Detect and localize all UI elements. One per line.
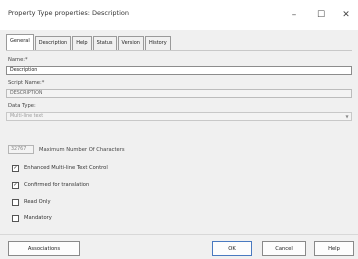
cancel-button[interactable]: Cancel <box>262 241 306 256</box>
close-icon[interactable]: ✕ <box>335 5 357 25</box>
readonly-checkbox[interactable] <box>12 199 19 206</box>
mandatory-label: Mandatory <box>24 215 52 221</box>
name-label: Name:* <box>8 57 28 63</box>
tab-history[interactable]: History <box>144 36 171 50</box>
name-field[interactable]: Description <box>6 66 352 75</box>
window-title: Property Type properties: Description <box>8 9 130 17</box>
enhanced-checkbox[interactable]: ✓ <box>12 165 19 172</box>
tab-version[interactable]: Version <box>117 36 144 50</box>
tab-help[interactable]: Help <box>72 36 92 50</box>
data-type-value: Multi-line text <box>10 114 44 119</box>
confirmed-checkbox[interactable]: ✓ <box>12 182 19 189</box>
properties-dialog: Property Type properties: Description – … <box>0 0 358 259</box>
help-button[interactable]: Help <box>314 241 354 256</box>
maximize-icon[interactable]: ☐ <box>310 5 332 25</box>
tab-strip: General Description Help Status Version … <box>6 34 172 50</box>
data-type-select[interactable]: Multi-line text ▼ <box>6 112 352 121</box>
associations-button[interactable]: Associations <box>8 241 80 256</box>
enhanced-label: Enhanced Multi-line Text Control <box>24 165 108 171</box>
max-chars-field[interactable]: 32767 <box>8 145 34 154</box>
max-chars-label: Maximum Number Of Characters <box>39 147 125 153</box>
mandatory-checkbox[interactable] <box>12 215 19 222</box>
confirmed-label: Confirmed for translation <box>24 182 90 188</box>
script-name-field[interactable]: DESCRIPTION <box>6 89 352 98</box>
tab-status[interactable]: Status <box>92 36 117 50</box>
script-name-label: Script Name:* <box>8 80 45 86</box>
general-panel <box>6 50 352 231</box>
data-type-label: Data Type: <box>8 103 36 109</box>
tab-description[interactable]: Description <box>34 36 72 50</box>
ok-button[interactable]: OK <box>212 241 252 256</box>
tab-general[interactable]: General <box>6 34 34 50</box>
title-bar: Property Type properties: Description – … <box>0 0 358 30</box>
minimize-icon[interactable]: – <box>283 5 305 25</box>
readonly-label: Read Only <box>24 199 51 205</box>
chevron-down-icon[interactable]: ▼ <box>344 114 350 119</box>
footer-divider <box>0 234 358 235</box>
